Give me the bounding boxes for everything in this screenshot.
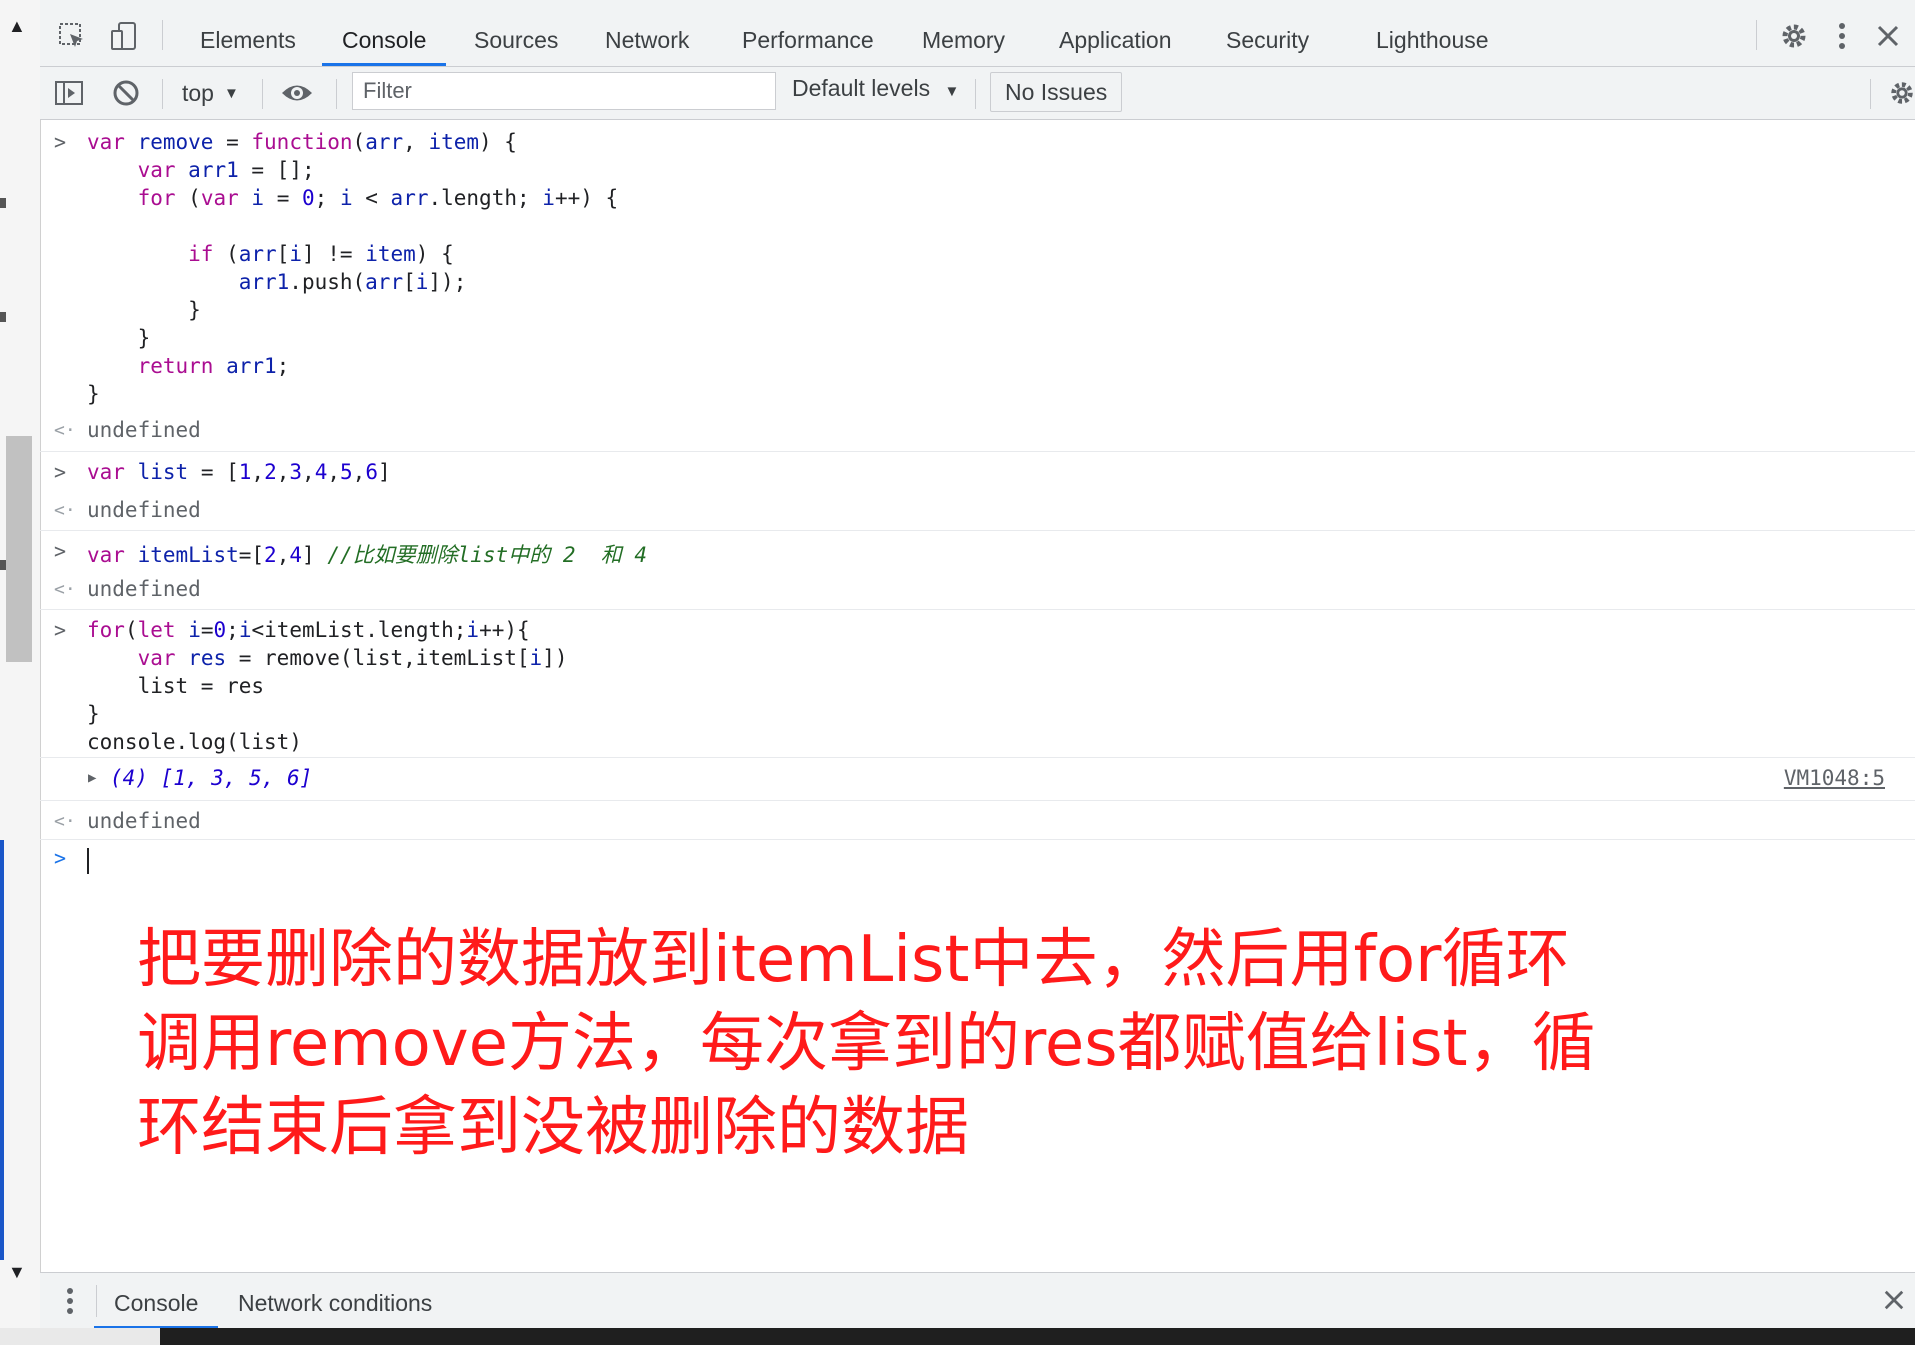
code-line: var list = [1,2,3,4,5,6]	[87, 460, 391, 484]
result-value: undefined	[87, 418, 201, 442]
result-value: undefined	[87, 577, 201, 601]
input-prompt-icon: >	[54, 539, 67, 563]
settings-gear-icon[interactable]	[1776, 18, 1812, 54]
code-line: }	[87, 326, 151, 350]
devtools-drawer: Console Network conditions	[40, 1272, 1915, 1329]
annotation-line: 环结束后拿到没被删除的数据	[137, 1091, 969, 1165]
code-line: var itemList=[2,4] //比如要删除list中的 2 和 4	[87, 543, 648, 567]
separator	[262, 79, 263, 109]
code-line: }	[87, 702, 100, 726]
console-entry: > var remove = function(arr, item) { var…	[40, 120, 1915, 452]
tab-sources[interactable]: Sources	[474, 0, 558, 66]
edge-mark	[0, 198, 6, 208]
code-line: }	[87, 382, 100, 406]
issues-button[interactable]: No Issues	[990, 72, 1123, 112]
edge-blue-bar	[0, 840, 4, 1260]
code-line: var res = remove(list,itemList[i])	[137, 646, 568, 670]
separator	[975, 79, 976, 109]
tab-application[interactable]: Application	[1059, 0, 1172, 66]
left-window-edge: ▲ ▼	[0, 0, 41, 1328]
tab-console[interactable]: Console	[321, 0, 447, 66]
tab-performance[interactable]: Performance	[742, 0, 874, 66]
clear-console-icon[interactable]	[112, 75, 140, 111]
chevron-down-icon: ▼	[944, 83, 960, 100]
code-line: var arr1 = [];	[137, 158, 315, 182]
code-line: if (arr[i] != item) {	[188, 242, 454, 266]
chevron-down-icon: ▼	[223, 84, 239, 102]
code-line: var remove = function(arr, item) {	[87, 130, 517, 154]
console-entry: > var list = [1,2,3,4,5,6] <· undefined	[40, 452, 1915, 531]
result-arrow-icon: <·	[54, 579, 76, 600]
tab-security[interactable]: Security	[1226, 0, 1309, 66]
tab-memory[interactable]: Memory	[922, 0, 1005, 66]
scroll-up-arrow-icon[interactable]: ▲	[8, 16, 26, 37]
scroll-down-arrow-icon[interactable]: ▼	[8, 1262, 26, 1283]
filter-input[interactable]	[352, 72, 776, 110]
drawer-menu-icon[interactable]	[66, 1287, 74, 1320]
annotation-line: 调用remove方法，每次拿到的res都赋值给list，循	[137, 1007, 1596, 1081]
log-levels-label: Default levels	[792, 75, 931, 101]
separator	[96, 1285, 97, 1317]
drawer-tab-console[interactable]: Console	[93, 1273, 219, 1329]
console-entry: <· undefined	[40, 801, 1915, 840]
console-entry: > var itemList=[2,4] //比如要删除list中的 2 和 4…	[40, 531, 1915, 610]
result-value: undefined	[87, 809, 201, 833]
input-prompt-icon: >	[54, 846, 67, 870]
live-expression-eye-icon[interactable]	[280, 75, 314, 111]
result-arrow-icon: <·	[54, 811, 76, 832]
code-line: return arr1;	[137, 354, 290, 378]
tab-network[interactable]: Network	[605, 0, 689, 66]
code-line: console.log(list)	[87, 730, 302, 754]
edge-mark	[0, 312, 6, 322]
result-arrow-icon: <·	[54, 420, 76, 441]
show-sidebar-icon[interactable]	[54, 75, 84, 111]
separator	[162, 79, 163, 109]
close-drawer-icon[interactable]	[1883, 1289, 1905, 1316]
tab-lighthouse[interactable]: Lighthouse	[1376, 0, 1489, 66]
device-toolbar-icon[interactable]	[106, 18, 142, 54]
code-line: for(let i=0;i<itemList.length;i++){	[87, 618, 530, 642]
separator	[1870, 79, 1871, 109]
log-array-preview[interactable]: (4) [1, 3, 5, 6]	[110, 766, 312, 790]
devtools-tab-bar: Elements Console Sources Network Perform…	[40, 0, 1915, 67]
result-arrow-icon: <·	[54, 500, 76, 521]
drawer-tab-network-conditions[interactable]: Network conditions	[238, 1273, 432, 1329]
taskbar-left	[0, 1328, 160, 1345]
annotation-text: 把要删除的数据放到itemList中去，然后用for循环 调用remove方法，…	[137, 918, 1657, 1170]
console-settings-gear-icon[interactable]	[1888, 75, 1915, 111]
code-line: for (var i = 0; i < arr.length; i++) {	[137, 186, 619, 210]
separator	[1756, 20, 1757, 50]
console-toolbar: top ▼ Default levels ▼ No Issues	[40, 67, 1915, 120]
separator	[162, 20, 163, 50]
tab-elements[interactable]: Elements	[200, 0, 296, 66]
input-prompt-icon: >	[54, 618, 67, 642]
source-link[interactable]: VM1048:5	[1784, 766, 1885, 790]
more-options-icon[interactable]	[1824, 18, 1860, 54]
annotation-line: 把要删除的数据放到itemList中去，然后用for循环	[137, 923, 1570, 997]
code-line: list = res	[87, 674, 265, 698]
expand-triangle-icon[interactable]: ▶	[88, 770, 96, 786]
code-line: }	[87, 298, 201, 322]
context-label: top	[182, 79, 214, 106]
result-value: undefined	[87, 498, 201, 522]
inspect-element-icon[interactable]	[54, 18, 90, 54]
input-prompt-icon: >	[54, 130, 67, 154]
context-selector[interactable]: top ▼	[182, 75, 239, 111]
console-log-message: ▶ (4) [1, 3, 5, 6] VM1048:5	[40, 758, 1915, 801]
code-line: arr1.push(arr[i]);	[238, 270, 467, 294]
edge-mark	[0, 560, 6, 570]
separator	[336, 79, 337, 109]
input-prompt-icon: >	[54, 460, 67, 484]
console-prompt[interactable]: >	[40, 840, 1915, 880]
log-levels-dropdown[interactable]: Default levels ▼	[792, 75, 959, 102]
scrollbar-thumb[interactable]	[6, 436, 32, 662]
console-entry: > for(let i=0;i<itemList.length;i++){ va…	[40, 610, 1915, 758]
text-cursor	[87, 848, 89, 874]
close-devtools-icon[interactable]	[1870, 18, 1906, 54]
os-taskbar	[0, 1328, 1915, 1345]
